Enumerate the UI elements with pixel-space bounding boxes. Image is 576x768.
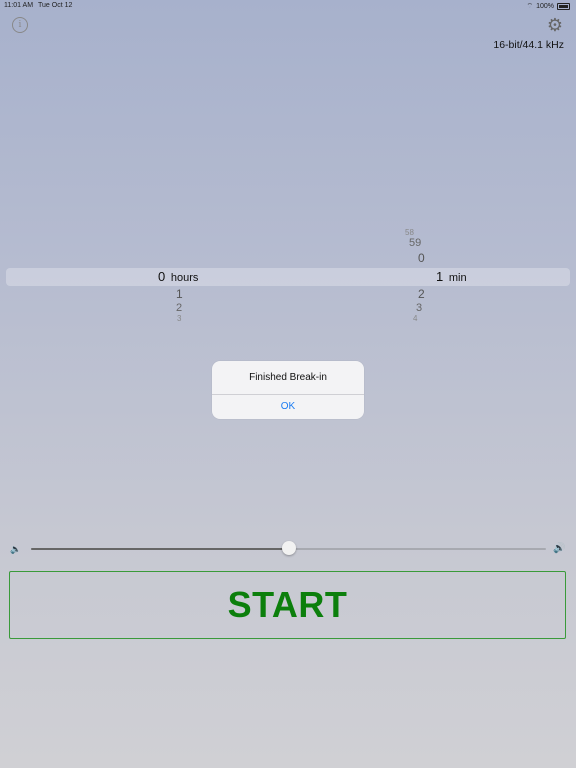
minutes-option[interactable]: 58 <box>405 228 414 237</box>
info-icon[interactable]: i <box>12 17 28 33</box>
minutes-option[interactable]: 2 <box>418 287 425 301</box>
status-date: Tue Oct 12 <box>38 2 73 9</box>
ok-button[interactable]: OK <box>212 395 364 419</box>
audio-format-label: 16-bit/44.1 kHz <box>493 39 564 51</box>
speaker-low-icon: 🔈 <box>10 544 22 554</box>
volume-slider-thumb[interactable] <box>281 541 296 555</box>
status-bar: 11:01 AM Tue Oct 12 ⌔ 100% <box>0 0 576 12</box>
gear-icon[interactable]: ⚙ <box>546 16 564 34</box>
minutes-value: 1 <box>436 269 444 284</box>
minutes-option[interactable]: 3 <box>416 302 422 314</box>
hours-option[interactable]: 1 <box>176 287 183 301</box>
minutes-selected[interactable]: 1 min <box>436 269 467 284</box>
hours-unit: hours <box>170 272 199 284</box>
minutes-option[interactable]: 0 <box>418 251 425 265</box>
alert-dialog: Finished Break-in OK <box>212 361 364 419</box>
picker-selection-band <box>6 268 570 286</box>
hours-option[interactable]: 3 <box>177 314 181 323</box>
battery-percent: 100% <box>536 3 554 10</box>
hours-option[interactable]: 2 <box>176 302 182 314</box>
hours-selected[interactable]: 0 hours <box>158 269 198 284</box>
speaker-high-icon: 🔊 <box>553 543 566 554</box>
minutes-unit: min <box>448 272 467 284</box>
start-button[interactable]: START <box>9 571 566 639</box>
minutes-option[interactable]: 4 <box>413 314 417 323</box>
minutes-option[interactable]: 59 <box>409 237 421 249</box>
status-time: 11:01 AM <box>4 2 34 9</box>
battery-icon <box>557 3 570 10</box>
alert-title: Finished Break-in <box>249 372 327 383</box>
volume-slider[interactable] <box>31 541 546 555</box>
wifi-icon: ⌔ <box>526 3 534 10</box>
hours-value: 0 <box>158 269 166 284</box>
volume-slider-fill <box>31 548 289 550</box>
status-right: ⌔ 100% <box>526 2 570 11</box>
